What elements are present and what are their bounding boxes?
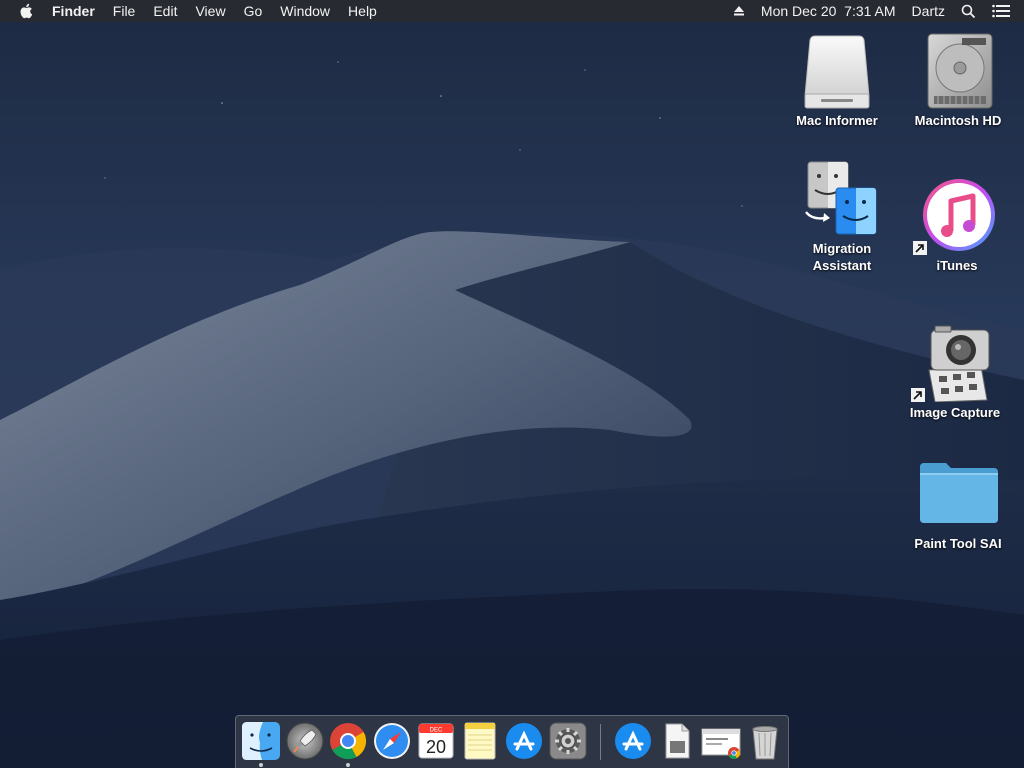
desktop-icon-macintosh-hd[interactable]: Macintosh HD — [903, 30, 1013, 129]
desktop-icon-label: Image Capture — [909, 405, 1001, 420]
dock-calendar[interactable]: DEC 20 — [416, 721, 456, 761]
browser-window-icon — [701, 728, 741, 759]
calendar-month-label: DEC — [430, 728, 443, 734]
notification-center-icon — [992, 4, 1010, 18]
dock-document[interactable] — [657, 721, 697, 761]
desktop-icon-label: Migration Assistant — [787, 240, 897, 274]
itunes-icon — [923, 179, 995, 251]
desktop-icon-migration-assistant[interactable]: Migration Assistant — [787, 158, 897, 274]
notification-center-button[interactable] — [984, 4, 1024, 18]
dock-safari[interactable] — [372, 721, 412, 761]
desktop-icon-label-line: Migration — [812, 241, 872, 256]
external-drive-icon — [804, 35, 870, 109]
dock-app-store[interactable] — [504, 721, 544, 761]
eject-menu-extra[interactable] — [725, 5, 753, 17]
desktop-icon-paint-tool-sai[interactable]: Paint Tool SAI — [903, 453, 1013, 552]
menu-app-finder[interactable]: Finder — [48, 0, 104, 22]
calendar-day-label: 20 — [426, 737, 446, 757]
desktop-icon-label: iTunes — [936, 258, 978, 273]
safari-compass-icon — [374, 723, 410, 759]
menubar-clock[interactable]: Mon Dec 20 7:31 AM — [753, 0, 904, 22]
gear-icon — [549, 722, 587, 760]
menu-file[interactable]: File — [104, 0, 145, 22]
menu-go[interactable]: Go — [235, 0, 272, 22]
notes-icon — [464, 722, 496, 760]
desktop-icon-itunes[interactable]: iTunes — [902, 175, 1012, 274]
desktop-icon-label: Mac Informer — [796, 113, 878, 128]
desktop-icon-image-capture[interactable]: Image Capture — [900, 322, 1010, 421]
menu-edit[interactable]: Edit — [144, 0, 186, 22]
dock: DEC 20 — [235, 715, 789, 768]
menu-window[interactable]: Window — [271, 0, 339, 22]
menu-help[interactable]: Help — [339, 0, 386, 22]
dock-launchpad[interactable] — [285, 721, 325, 761]
dock-system-preferences[interactable] — [548, 721, 588, 761]
spotlight-button[interactable] — [953, 4, 984, 19]
chrome-icon — [330, 723, 367, 760]
spotlight-search-icon — [961, 4, 976, 18]
menu-view[interactable]: View — [186, 0, 234, 22]
hard-drive-icon — [927, 33, 993, 109]
dock-chrome-window[interactable] — [701, 721, 741, 761]
alias-arrow-icon — [913, 241, 927, 255]
migration-assistant-icon — [805, 161, 877, 235]
dock-trash[interactable] — [745, 721, 785, 761]
image-capture-icon — [928, 325, 990, 402]
app-store-icon — [615, 723, 651, 759]
running-indicator — [259, 763, 263, 767]
finder-icon — [242, 722, 280, 760]
calendar-icon: DEC 20 — [418, 723, 454, 759]
alias-arrow-icon — [911, 388, 925, 402]
trash-icon — [752, 726, 778, 760]
app-store-icon — [506, 723, 542, 759]
launchpad-rocket-icon — [286, 722, 324, 760]
menu-bar: Finder File Edit View Go Window Help Mon… — [0, 0, 1024, 22]
desktop-icon-label: Paint Tool SAI — [914, 536, 1002, 551]
eject-icon — [733, 6, 744, 16]
desktop-icon-label-line: Assistant — [812, 258, 872, 273]
dock-app-store-installer[interactable] — [613, 721, 653, 761]
running-indicator — [346, 763, 350, 767]
folder-icon — [920, 463, 998, 523]
menubar-user[interactable]: Dartz — [904, 0, 953, 22]
dock-notes[interactable] — [460, 721, 500, 761]
apple-icon[interactable] — [18, 2, 36, 20]
dock-finder[interactable] — [241, 721, 281, 761]
document-icon — [665, 723, 690, 759]
dock-google-chrome[interactable] — [328, 721, 368, 761]
desktop-icon-label: Macintosh HD — [914, 113, 1002, 128]
dock-separator — [600, 724, 601, 760]
desktop-icon-mac-informer[interactable]: Mac Informer — [782, 30, 892, 129]
